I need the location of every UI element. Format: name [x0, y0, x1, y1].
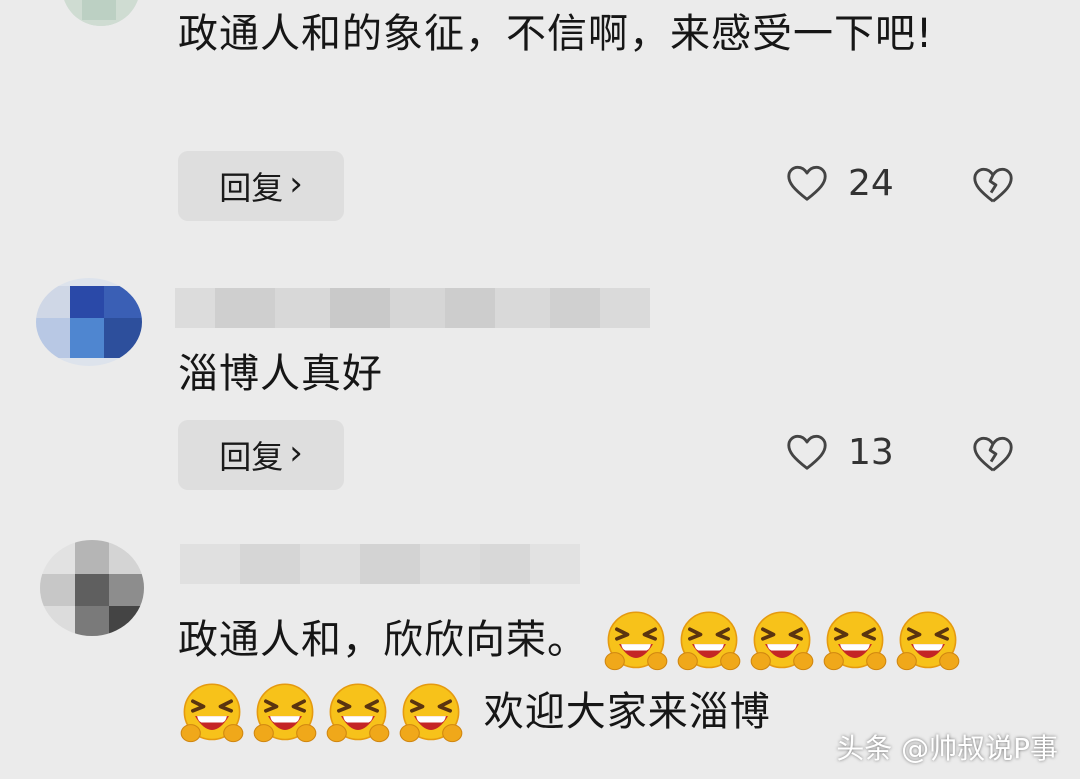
emoji-row — [602, 611, 967, 671]
dislike-button[interactable] — [970, 162, 1016, 212]
broken-heart-icon — [973, 436, 1013, 472]
comment-text-part2: 欢迎大家来淄博 — [483, 689, 771, 735]
grinning-squinting-face-icon — [180, 683, 244, 743]
heart-outline-icon — [787, 165, 827, 201]
grinning-squinting-face-icon — [604, 611, 668, 671]
like-button[interactable]: 13 — [784, 429, 894, 475]
comment-text: 政通人和的象征，不信啊，来感受一下吧! — [178, 11, 934, 57]
grinning-squinting-face-icon — [896, 611, 960, 671]
grinning-squinting-face-icon — [326, 683, 390, 743]
like-button[interactable]: 24 — [784, 160, 894, 206]
grinning-squinting-face-icon — [677, 611, 741, 671]
comment-text: 淄博人真好 — [178, 351, 383, 397]
dislike-button[interactable] — [970, 431, 1016, 481]
avatar[interactable] — [40, 540, 144, 636]
like-count: 13 — [848, 431, 894, 473]
username-blurred[interactable] — [180, 544, 580, 584]
emoji-row — [178, 683, 470, 743]
avatar[interactable] — [62, 0, 140, 26]
grinning-squinting-face-icon — [399, 683, 463, 743]
comment-text: 政通人和，欣欣向荣。 — [178, 606, 1058, 676]
reply-button[interactable]: 回复 › — [178, 420, 344, 490]
username-blurred[interactable] — [175, 288, 650, 328]
grinning-squinting-face-icon — [253, 683, 317, 743]
grinning-squinting-face-icon — [750, 611, 814, 671]
reply-label: 回复 — [219, 438, 284, 476]
chevron-right-icon: › — [289, 433, 303, 473]
reply-button[interactable]: 回复 › — [178, 151, 344, 221]
like-count: 24 — [848, 162, 894, 204]
comment-text-part1: 政通人和，欣欣向荣。 — [178, 617, 588, 663]
watermark: 头条 @帅叔说P事 — [836, 732, 1058, 765]
broken-heart-icon — [973, 167, 1013, 203]
chevron-right-icon: › — [289, 164, 303, 204]
heart-outline-icon — [787, 434, 827, 470]
reply-label: 回复 — [219, 169, 284, 207]
avatar[interactable] — [36, 278, 142, 366]
grinning-squinting-face-icon — [823, 611, 887, 671]
